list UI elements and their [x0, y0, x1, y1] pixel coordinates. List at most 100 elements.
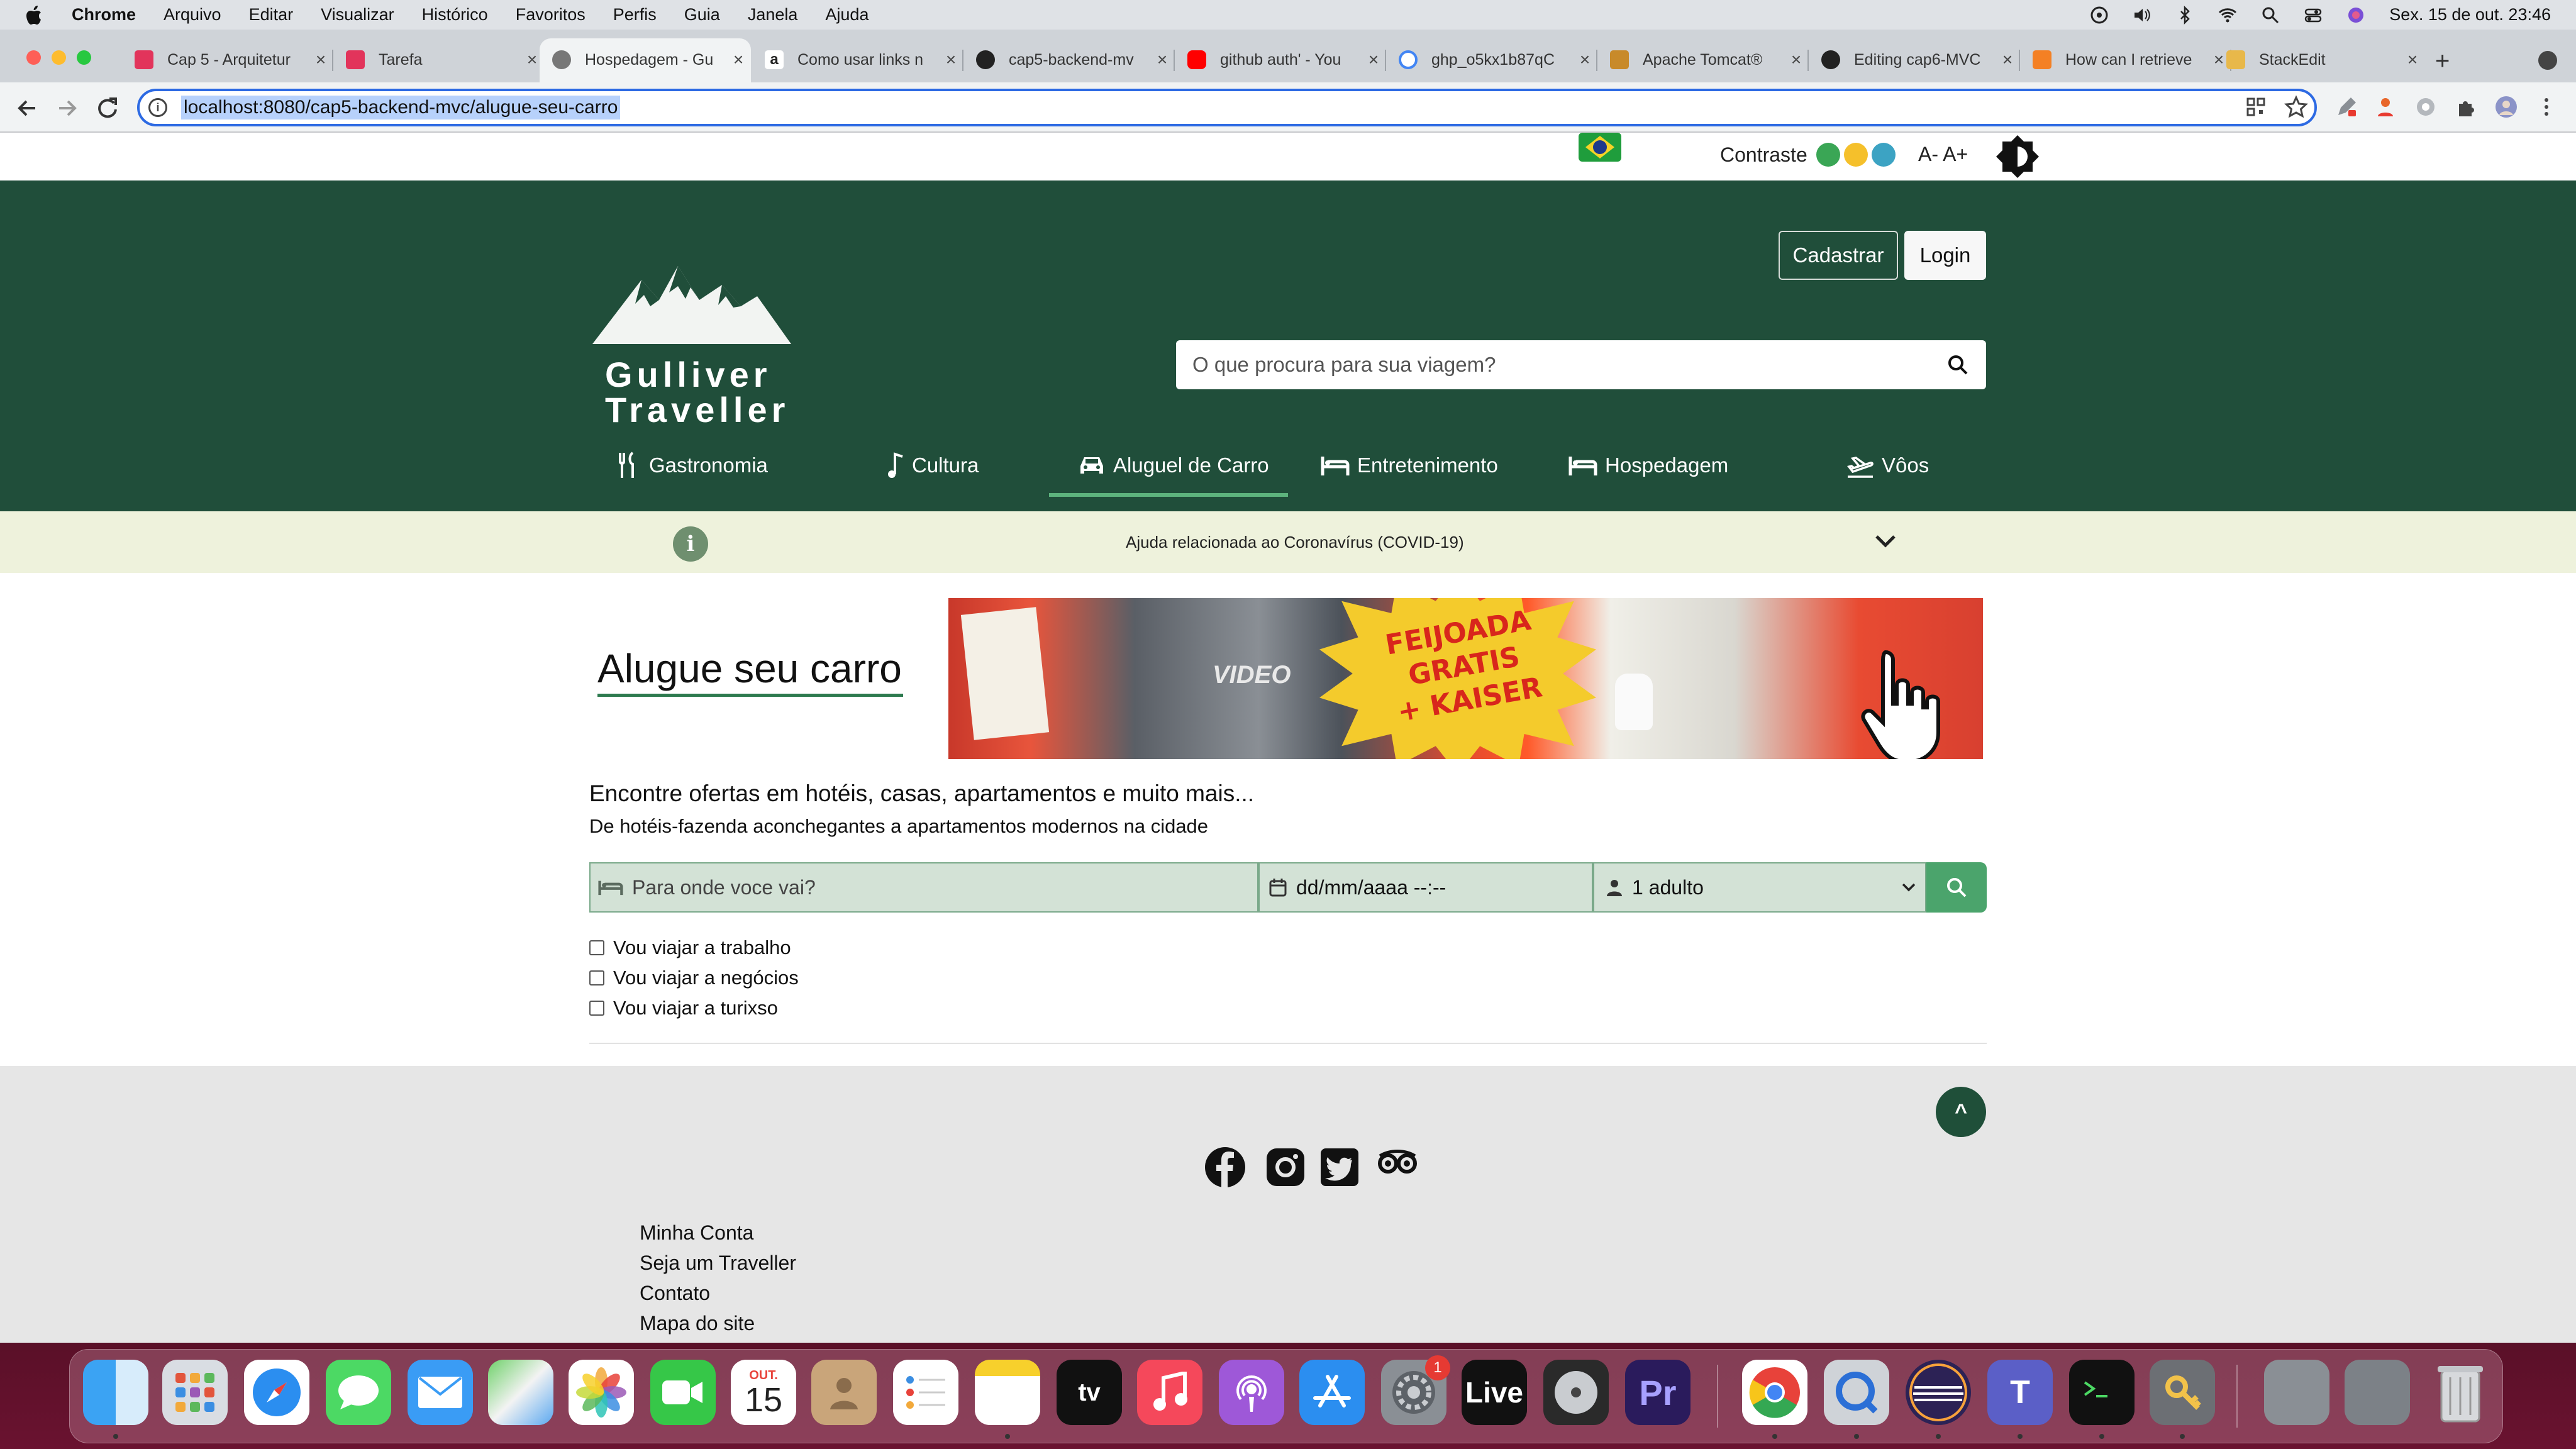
tab-stackedit[interactable]: StackEdit × — [2214, 38, 2425, 81]
tab-close-icon[interactable]: × — [1572, 50, 1597, 70]
tab-close-icon[interactable]: × — [1784, 50, 1809, 70]
menu-item-favoritos[interactable]: Favoritos — [516, 5, 586, 25]
bluetooth-icon[interactable] — [2175, 5, 2194, 25]
menu-item-janela[interactable]: Janela — [748, 5, 798, 25]
quicktime-icon[interactable] — [1824, 1360, 1889, 1425]
tab-close-icon[interactable]: × — [1150, 50, 1175, 70]
checkbox-trabalho[interactable]: Vou viajar a trabalho — [589, 936, 791, 959]
maps-icon[interactable] — [488, 1360, 553, 1425]
facetime-icon[interactable] — [650, 1360, 716, 1425]
screenshot-thumbnail-1[interactable] — [2264, 1360, 2329, 1425]
extension-circle-icon[interactable] — [2414, 95, 2438, 119]
reminders-icon[interactable] — [893, 1360, 958, 1425]
checkbox[interactable] — [589, 970, 604, 985]
brazil-flag-icon[interactable] — [1579, 133, 1621, 162]
tab-como-usar-links[interactable]: a Como usar links n × — [752, 38, 963, 81]
nav-cultura[interactable]: Cultura — [887, 448, 979, 482]
instagram-icon[interactable] — [1264, 1146, 1307, 1189]
tab-cap5-arquitetura[interactable]: Cap 5 - Arquitetur × — [122, 38, 333, 81]
site-info-icon[interactable]: i — [148, 98, 167, 117]
podcasts-icon[interactable] — [1219, 1360, 1284, 1425]
tripadvisor-icon[interactable] — [1376, 1141, 1419, 1184]
qr-code-icon[interactable] — [2244, 95, 2268, 119]
tab-close-icon[interactable]: × — [1995, 50, 2020, 70]
safari-icon[interactable] — [244, 1360, 309, 1425]
dark-mode-toggle-icon[interactable] — [1994, 133, 2041, 180]
spotlight-search-icon[interactable] — [2261, 6, 2280, 25]
notes-icon[interactable] — [975, 1360, 1040, 1425]
footer-link-mapa-site[interactable]: Mapa do site — [640, 1312, 755, 1335]
gulliver-traveller-logo[interactable]: Gulliver Traveller — [591, 255, 792, 431]
checkbox[interactable] — [589, 1001, 604, 1016]
forward-arrow-icon[interactable] — [53, 94, 82, 123]
tab-tarefa[interactable]: Tarefa × — [333, 38, 545, 81]
checkbox-turismo[interactable]: Vou viajar a turixso — [589, 997, 778, 1019]
url-text[interactable]: localhost:8080/cap5-backend-mvc/alugue-s… — [181, 96, 621, 119]
menu-item-visualizar[interactable]: Visualizar — [321, 5, 394, 25]
extensions-puzzle-icon[interactable] — [2454, 95, 2478, 119]
contrast-yellow-button[interactable] — [1843, 143, 1868, 167]
photos-icon[interactable] — [569, 1360, 634, 1425]
ableton-live-icon[interactable]: Live — [1462, 1360, 1527, 1425]
finder-icon[interactable] — [83, 1360, 148, 1425]
search-icon[interactable] — [1947, 354, 1968, 375]
microsoft-teams-icon[interactable]: T — [1987, 1360, 2053, 1425]
tab-search-icon[interactable] — [2538, 51, 2557, 70]
wifi-icon[interactable] — [2218, 6, 2237, 25]
contrast-green-button[interactable] — [1816, 143, 1840, 167]
font-size-controls[interactable]: A- A+ — [1918, 143, 1968, 166]
profile-avatar-icon[interactable] — [2494, 95, 2518, 119]
tab-stackoverflow[interactable]: How can I retrieve × — [2020, 38, 2231, 81]
eclipse-icon[interactable] — [1906, 1360, 1971, 1425]
nav-hospedagem[interactable]: Hospedagem — [1568, 448, 1728, 482]
guests-select[interactable]: 1 adulto — [1593, 862, 1926, 913]
trash-icon[interactable] — [2428, 1360, 2493, 1425]
tab-github-auth-youtube[interactable]: github auth' - You × — [1175, 38, 1386, 81]
extension-pen-icon[interactable] — [2334, 95, 2358, 119]
twitter-icon[interactable] — [1318, 1146, 1361, 1189]
covid-alert-text[interactable]: Ajuda relacionada ao Coronavírus (COVID-… — [1126, 533, 1464, 552]
nav-gastronomia[interactable]: Gastronomia — [616, 448, 768, 482]
checkbox[interactable] — [589, 940, 604, 955]
logic-disk-icon[interactable] — [1543, 1360, 1609, 1425]
nav-voos[interactable]: Vôos — [1846, 448, 1929, 482]
footer-link-minha-conta[interactable]: Minha Conta — [640, 1221, 753, 1245]
menu-item-perfis[interactable]: Perfis — [613, 5, 657, 25]
music-icon[interactable] — [1137, 1360, 1202, 1425]
tab-close-icon[interactable]: × — [308, 50, 333, 70]
search-submit-button[interactable] — [1926, 862, 1987, 913]
reload-icon[interactable] — [93, 94, 122, 123]
mail-icon[interactable] — [408, 1360, 473, 1425]
siri-icon[interactable] — [2346, 6, 2365, 25]
tab-close-icon[interactable]: × — [938, 50, 963, 70]
new-tab-button[interactable]: + — [2435, 47, 2450, 75]
tab-ghp-google[interactable]: ghp_o5kx1b87qC × — [1386, 38, 1597, 81]
facebook-icon[interactable] — [1204, 1146, 1246, 1189]
menu-item-arquivo[interactable]: Arquivo — [164, 5, 221, 25]
destination-input[interactable]: Para onde voce vai? — [589, 862, 1258, 913]
menu-item-guia[interactable]: Guia — [684, 5, 720, 25]
apple-icon[interactable] — [26, 5, 44, 25]
volume-icon[interactable] — [2133, 6, 2151, 25]
extension-person-icon[interactable] — [2373, 95, 2397, 119]
control-center-icon[interactable] — [2304, 6, 2323, 25]
launchpad-icon[interactable] — [162, 1360, 228, 1425]
premiere-pro-icon[interactable]: Pr — [1625, 1360, 1690, 1425]
covid-alert-bar[interactable]: i Ajuda relacionada ao Coronavírus (COVI… — [0, 511, 2576, 573]
window-minimize-button[interactable] — [52, 50, 66, 65]
menu-item-ajuda[interactable]: Ajuda — [825, 5, 869, 25]
login-button[interactable]: Login — [1904, 231, 1986, 280]
apple-tv-icon[interactable]: tv — [1057, 1360, 1122, 1425]
back-arrow-icon[interactable] — [13, 94, 42, 123]
bookmark-star-icon[interactable] — [2284, 95, 2308, 119]
chevron-down-icon[interactable] — [1873, 531, 1898, 550]
tab-cap5-backend-mvc[interactable]: cap5-backend-mv × — [963, 38, 1175, 81]
window-close-button[interactable] — [26, 50, 41, 65]
tab-close-icon[interactable]: × — [726, 50, 751, 70]
tab-close-icon[interactable]: × — [2400, 50, 2425, 70]
back-to-top-button[interactable]: ^ — [1936, 1087, 1986, 1137]
keychain-access-icon[interactable] — [2150, 1360, 2215, 1425]
google-chrome-icon[interactable] — [1742, 1360, 1807, 1425]
tab-apache-tomcat[interactable]: Apache Tomcat® × — [1597, 38, 1809, 81]
signup-button[interactable]: Cadastrar — [1779, 231, 1898, 280]
